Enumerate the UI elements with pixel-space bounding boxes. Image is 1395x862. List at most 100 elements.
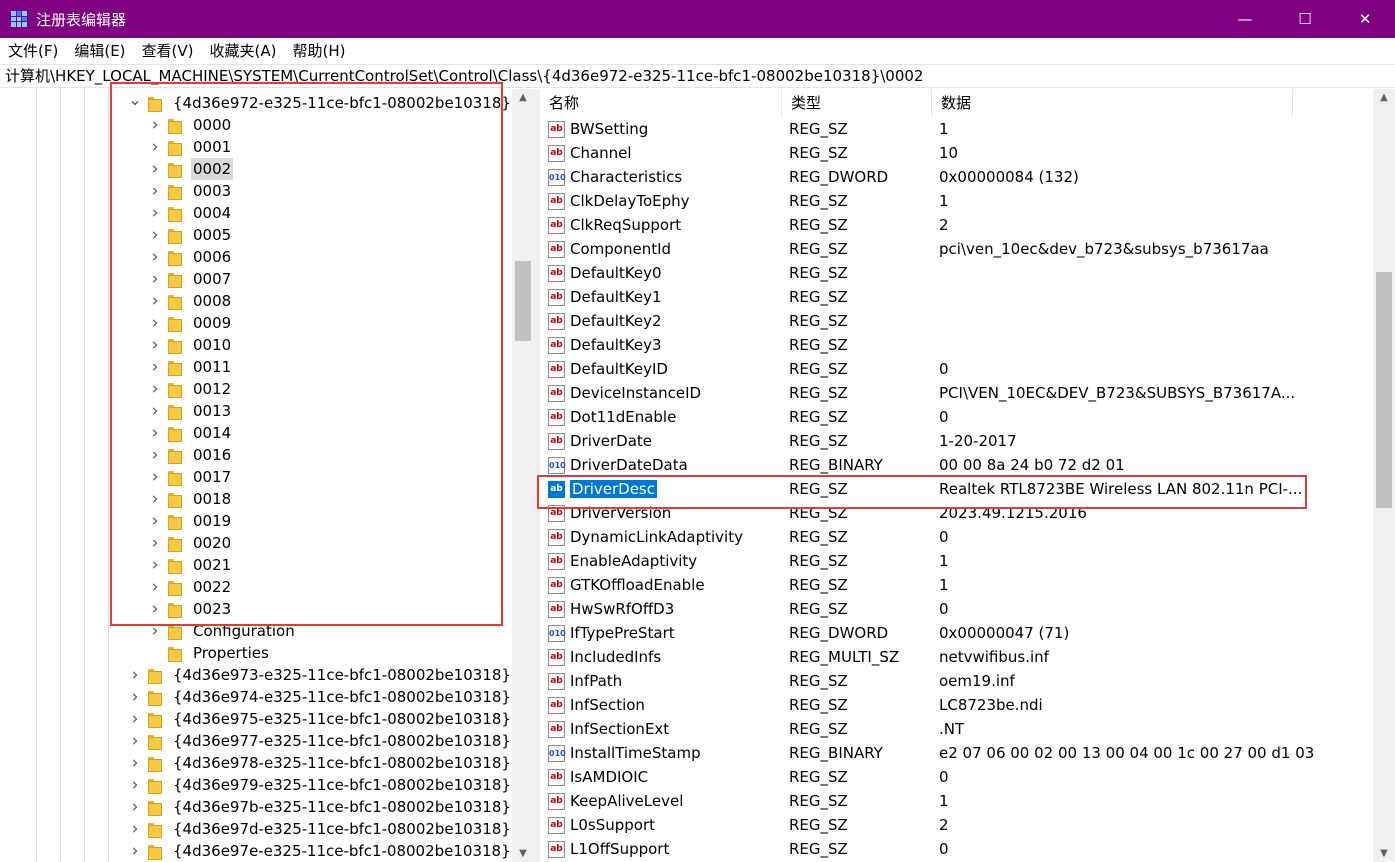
tree-item-class-sibling[interactable]: › {4d36e978-e325-11ce-bfc1-08002be10318}: [128, 752, 513, 774]
value-row-defaultkey3[interactable]: ab DefaultKey3 REG_SZ: [540, 333, 1373, 357]
tree-item-0011[interactable]: › 0011: [148, 356, 233, 378]
chevron-right-icon[interactable]: ›: [148, 444, 162, 466]
tree-scroll-down-icon[interactable]: ▼: [512, 845, 534, 862]
tree-item-0018[interactable]: › 0018: [148, 488, 233, 510]
tree-item-0022[interactable]: › 0022: [148, 576, 233, 598]
chevron-right-icon[interactable]: ›: [128, 818, 142, 840]
value-row-infsectionext[interactable]: ab InfSectionExt REG_SZ .NT: [540, 717, 1373, 741]
value-row-installtimestamp[interactable]: 010 InstallTimeStamp REG_BINARY e2 07 06 00…: [540, 741, 1373, 765]
chevron-right-icon[interactable]: ›: [148, 620, 162, 642]
value-row-defaultkey0[interactable]: ab DefaultKey0 REG_SZ: [540, 261, 1373, 285]
chevron-right-icon[interactable]: ›: [148, 378, 162, 400]
menu-edit[interactable]: 编辑(E): [66, 38, 133, 64]
tree-scroll-up-icon[interactable]: ▲: [512, 89, 534, 106]
chevron-right-icon[interactable]: ›: [128, 708, 142, 730]
tree-item-class-sibling[interactable]: › {4d36e97d-e325-11ce-bfc1-08002be10318}: [128, 818, 513, 840]
tree-item-class-sibling[interactable]: › {4d36e974-e325-11ce-bfc1-08002be10318}: [128, 686, 513, 708]
tree-item-0014[interactable]: › 0014: [148, 422, 233, 444]
value-row-l1offsupport[interactable]: ab L1OffSupport REG_SZ 0: [540, 837, 1373, 861]
value-row-keepalivelevel[interactable]: ab KeepAliveLevel REG_SZ 1: [540, 789, 1373, 813]
chevron-right-icon[interactable]: ›: [148, 114, 162, 136]
tree-item-0021[interactable]: › 0021: [148, 554, 233, 576]
minimize-button[interactable]: —: [1215, 0, 1275, 38]
chevron-right-icon[interactable]: ›: [128, 774, 142, 796]
tree-scrollbar[interactable]: ▲ ▼: [512, 89, 534, 862]
value-row-isamdioic[interactable]: ab IsAMDIOIC REG_SZ 0: [540, 765, 1373, 789]
chevron-right-icon[interactable]: ›: [148, 400, 162, 422]
tree-item-0010[interactable]: › 0010: [148, 334, 233, 356]
column-type-header[interactable]: 类型: [782, 89, 932, 117]
value-row-infpath[interactable]: ab InfPath REG_SZ oem19.inf: [540, 669, 1373, 693]
menu-view[interactable]: 查看(V): [134, 38, 202, 64]
chevron-right-icon[interactable]: ›: [148, 290, 162, 312]
value-row-clkreqsupport[interactable]: ab ClkReqSupport REG_SZ 2: [540, 213, 1373, 237]
chevron-down-icon[interactable]: ⌄: [128, 89, 142, 111]
chevron-right-icon[interactable]: ›: [148, 224, 162, 246]
tree-item-class-sibling[interactable]: › {4d36e973-e325-11ce-bfc1-08002be10318}: [128, 664, 513, 686]
column-name-header[interactable]: 名称: [540, 89, 782, 117]
chevron-right-icon[interactable]: ›: [128, 664, 142, 686]
tree-item-properties[interactable]: Properties: [148, 642, 271, 664]
value-row-defaultkey1[interactable]: ab DefaultKey1 REG_SZ: [540, 285, 1373, 309]
chevron-right-icon[interactable]: ›: [148, 268, 162, 290]
value-row-driverversion[interactable]: ab DriverVersion REG_SZ 2023.49.1215.2016: [540, 501, 1373, 525]
value-row-infsection[interactable]: ab InfSection REG_SZ LC8723be.ndi: [540, 693, 1373, 717]
tree-item-0012[interactable]: › 0012: [148, 378, 233, 400]
values-scrollbar[interactable]: ▲ ▼: [1373, 89, 1395, 862]
values-scroll-up-icon[interactable]: ▲: [1373, 89, 1395, 106]
tree-item-0005[interactable]: › 0005: [148, 224, 233, 246]
value-row-clkdelaytoephy[interactable]: ab ClkDelayToEphy REG_SZ 1: [540, 189, 1373, 213]
value-row-dynamiclinkadaptivity[interactable]: ab DynamicLinkAdaptivity REG_SZ 0: [540, 525, 1373, 549]
tree-item-class-sibling[interactable]: › {4d36e977-e325-11ce-bfc1-08002be10318}: [128, 730, 513, 752]
tree-item-0002[interactable]: › 0002: [148, 158, 234, 180]
value-row-l0ssupport[interactable]: ab L0sSupport REG_SZ 2: [540, 813, 1373, 837]
tree-item-0017[interactable]: › 0017: [148, 466, 233, 488]
chevron-right-icon[interactable]: ›: [148, 510, 162, 532]
tree-item-class-sibling[interactable]: › {4d36e97b-e325-11ce-bfc1-08002be10318}: [128, 796, 513, 818]
column-data-header[interactable]: 数据: [932, 89, 1293, 117]
chevron-right-icon[interactable]: ›: [128, 686, 142, 708]
chevron-right-icon[interactable]: ›: [148, 356, 162, 378]
menu-favorites[interactable]: 收藏夹(A): [202, 38, 285, 64]
chevron-right-icon[interactable]: ›: [148, 576, 162, 598]
tree-item-0009[interactable]: › 0009: [148, 312, 233, 334]
tree-item-0020[interactable]: › 0020: [148, 532, 233, 554]
tree-item-0019[interactable]: › 0019: [148, 510, 233, 532]
value-row-channel[interactable]: ab Channel REG_SZ 10: [540, 141, 1373, 165]
menu-file[interactable]: 文件(F): [0, 38, 66, 64]
tree-item-configuration[interactable]: › Configuration: [148, 620, 297, 642]
values-scroll-thumb[interactable]: [1376, 272, 1392, 508]
value-row-iftypeprestart[interactable]: 010 IfTypePreStart REG_DWORD 0x00000047 (71…: [540, 621, 1373, 645]
value-row-defaultkey2[interactable]: ab DefaultKey2 REG_SZ: [540, 309, 1373, 333]
value-row-dot11denable[interactable]: ab Dot11dEnable REG_SZ 0: [540, 405, 1373, 429]
chevron-right-icon[interactable]: ›: [128, 752, 142, 774]
chevron-right-icon[interactable]: ›: [148, 312, 162, 334]
chevron-right-icon[interactable]: ›: [148, 554, 162, 576]
value-row-driverdate[interactable]: ab DriverDate REG_SZ 1-20-2017: [540, 429, 1373, 453]
tree-item-0003[interactable]: › 0003: [148, 180, 233, 202]
chevron-right-icon[interactable]: ›: [128, 840, 142, 862]
tree-item-0016[interactable]: › 0016: [148, 444, 233, 466]
value-row-driverdatedata[interactable]: 010 DriverDateData REG_BINARY 00 00 8a 24 b…: [540, 453, 1373, 477]
value-row-deviceinstanceid[interactable]: ab DeviceInstanceID REG_SZ PCI\VEN_10EC&DEV…: [540, 381, 1373, 405]
tree-item-0023[interactable]: › 0023: [148, 598, 233, 620]
tree-item-0000[interactable]: › 0000: [148, 114, 233, 136]
tree-item-0001[interactable]: › 0001: [148, 136, 233, 158]
chevron-right-icon[interactable]: ›: [148, 180, 162, 202]
tree-item-class-sibling[interactable]: › {4d36e979-e325-11ce-bfc1-08002be10318}: [128, 774, 513, 796]
tree-scroll-thumb[interactable]: [515, 261, 531, 341]
maximize-button[interactable]: ☐: [1275, 0, 1335, 38]
value-row-gtkoffloadenable[interactable]: ab GTKOffloadEnable REG_SZ 1: [540, 573, 1373, 597]
value-row-driverdesc[interactable]: ab DriverDesc REG_SZ Realtek RTL8723BE Wire…: [540, 477, 1373, 501]
value-row-componentid[interactable]: ab ComponentId REG_SZ pci\ven_10ec&dev_b723…: [540, 237, 1373, 261]
tree-item-0007[interactable]: › 0007: [148, 268, 233, 290]
values-scroll-down-icon[interactable]: ▼: [1373, 845, 1395, 862]
chevron-right-icon[interactable]: ›: [148, 202, 162, 224]
tree-item-class-key[interactable]: ⌄ {4d36e972-e325-11ce-bfc1-08002be10318}: [128, 89, 513, 114]
value-row-includedinfs[interactable]: ab IncludedInfs REG_MULTI_SZ netvwifibus.in…: [540, 645, 1373, 669]
chevron-right-icon[interactable]: ›: [148, 334, 162, 356]
chevron-right-icon[interactable]: ›: [148, 136, 162, 158]
chevron-right-icon[interactable]: ›: [148, 532, 162, 554]
chevron-right-icon[interactable]: ›: [148, 466, 162, 488]
value-row-enableadaptivity[interactable]: ab EnableAdaptivity REG_SZ 1: [540, 549, 1373, 573]
